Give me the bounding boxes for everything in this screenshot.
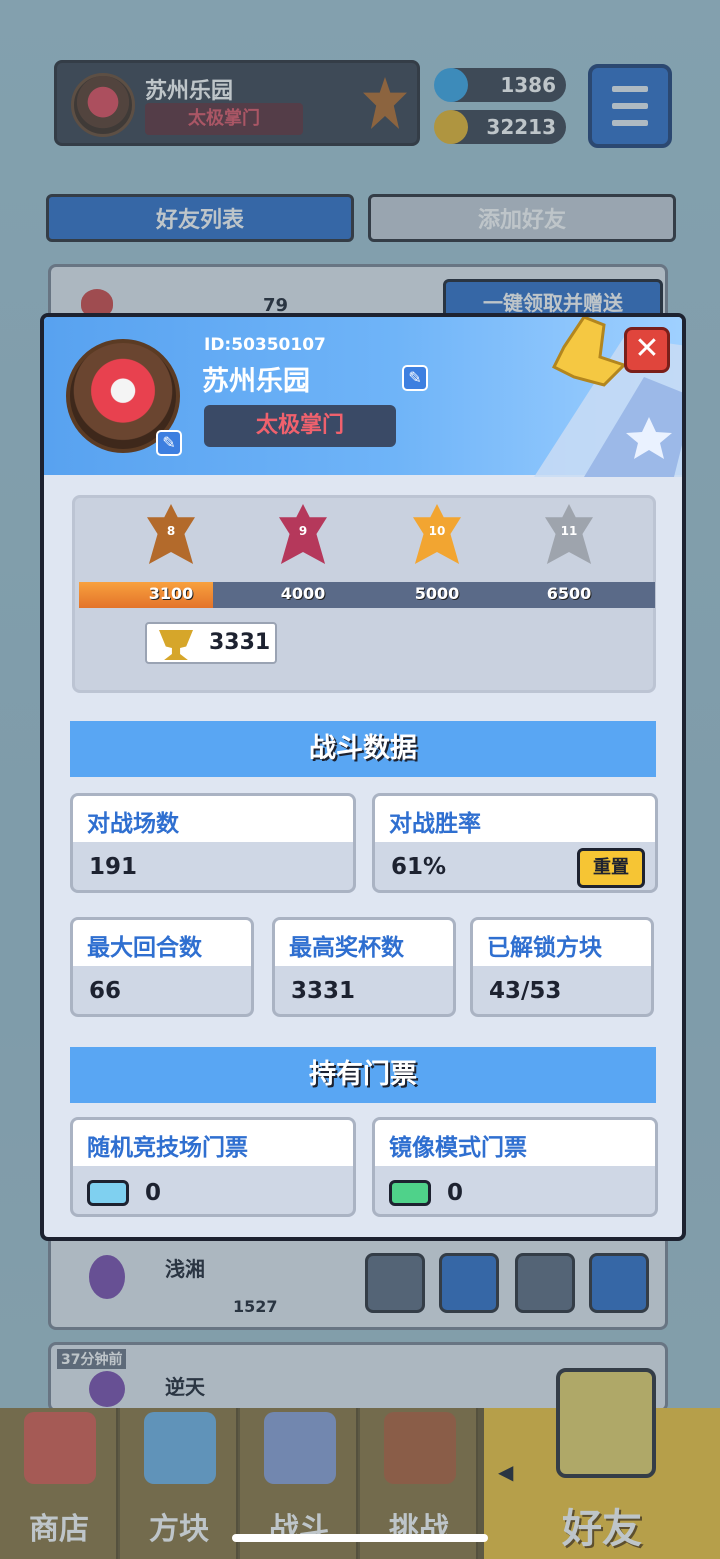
stat-max-trophies: 最高奖杯数 3331	[272, 917, 456, 1017]
battle-data-header: 战斗数据	[70, 721, 656, 777]
stat-value: 3331	[291, 978, 356, 1004]
rank-badge-10: 10	[413, 504, 461, 564]
ticket-arena: 随机竞技场门票 0	[70, 1117, 356, 1217]
stat-unlocked-blocks: 已解锁方块 43/53	[470, 917, 654, 1017]
ticket-label: 镜像模式门票	[389, 1135, 527, 1161]
reset-button[interactable]: 重置	[577, 848, 645, 888]
stat-label: 最大回合数	[87, 935, 202, 961]
rank-progress-panel: 8 9 10 11 3100 4000 5000 6500 3331	[72, 495, 656, 693]
profile-name: 苏州乐园	[202, 366, 310, 397]
stat-win-rate: 对战胜率 61% 重置	[372, 793, 658, 893]
rank-threshold: 6500	[546, 584, 592, 603]
home-indicator[interactable]	[232, 1534, 488, 1542]
rank-threshold: 3100	[148, 584, 194, 603]
mirror-ticket-icon	[389, 1180, 431, 1206]
close-button[interactable]: ✕	[624, 327, 670, 373]
stat-value: 43/53	[489, 978, 562, 1004]
rank-level: 11	[560, 524, 578, 538]
stat-max-rounds: 最大回合数 66	[70, 917, 254, 1017]
stat-battles: 对战场数 191	[70, 793, 356, 893]
ticket-count: 0	[145, 1180, 162, 1206]
ticket-count: 0	[447, 1180, 464, 1206]
rank-level: 10	[428, 524, 446, 538]
rank-badge-9: 9	[279, 504, 327, 564]
stat-value: 61%	[391, 854, 447, 880]
player-id: ID:50350107	[204, 335, 326, 355]
trophy-icon	[159, 630, 193, 660]
profile-modal: ✎ ID:50350107 苏州乐园 ✎ 太极掌门 ✕ 8 9 10 11 3100 4…	[40, 313, 686, 1241]
profile-title: 太极掌门	[204, 405, 396, 447]
ticket-label: 随机竞技场门票	[87, 1135, 248, 1161]
stat-label: 最高奖杯数	[289, 935, 404, 961]
current-trophies: 3331	[209, 630, 271, 655]
rank-threshold: 4000	[280, 584, 326, 603]
rank-level: 8	[166, 524, 176, 538]
edit-avatar-icon[interactable]: ✎	[156, 430, 182, 456]
rank-level: 9	[298, 524, 308, 538]
stat-label: 对战胜率	[389, 811, 481, 837]
rank-badge-8: 8	[147, 504, 195, 564]
stat-value: 66	[89, 978, 122, 1004]
tickets-header: 持有门票	[70, 1047, 656, 1103]
stat-label: 已解锁方块	[487, 935, 602, 961]
stat-label: 对战场数	[87, 811, 179, 837]
ticket-mirror: 镜像模式门票 0	[372, 1117, 658, 1217]
rank-badge-11: 11	[545, 504, 593, 564]
stat-value: 191	[89, 854, 138, 880]
edit-name-icon[interactable]: ✎	[402, 365, 428, 391]
arena-ticket-icon	[87, 1180, 129, 1206]
modal-header: ✎ ID:50350107 苏州乐园 ✎ 太极掌门 ✕	[44, 317, 682, 477]
current-trophies-box: 3331	[145, 622, 277, 664]
rank-threshold: 5000	[414, 584, 460, 603]
